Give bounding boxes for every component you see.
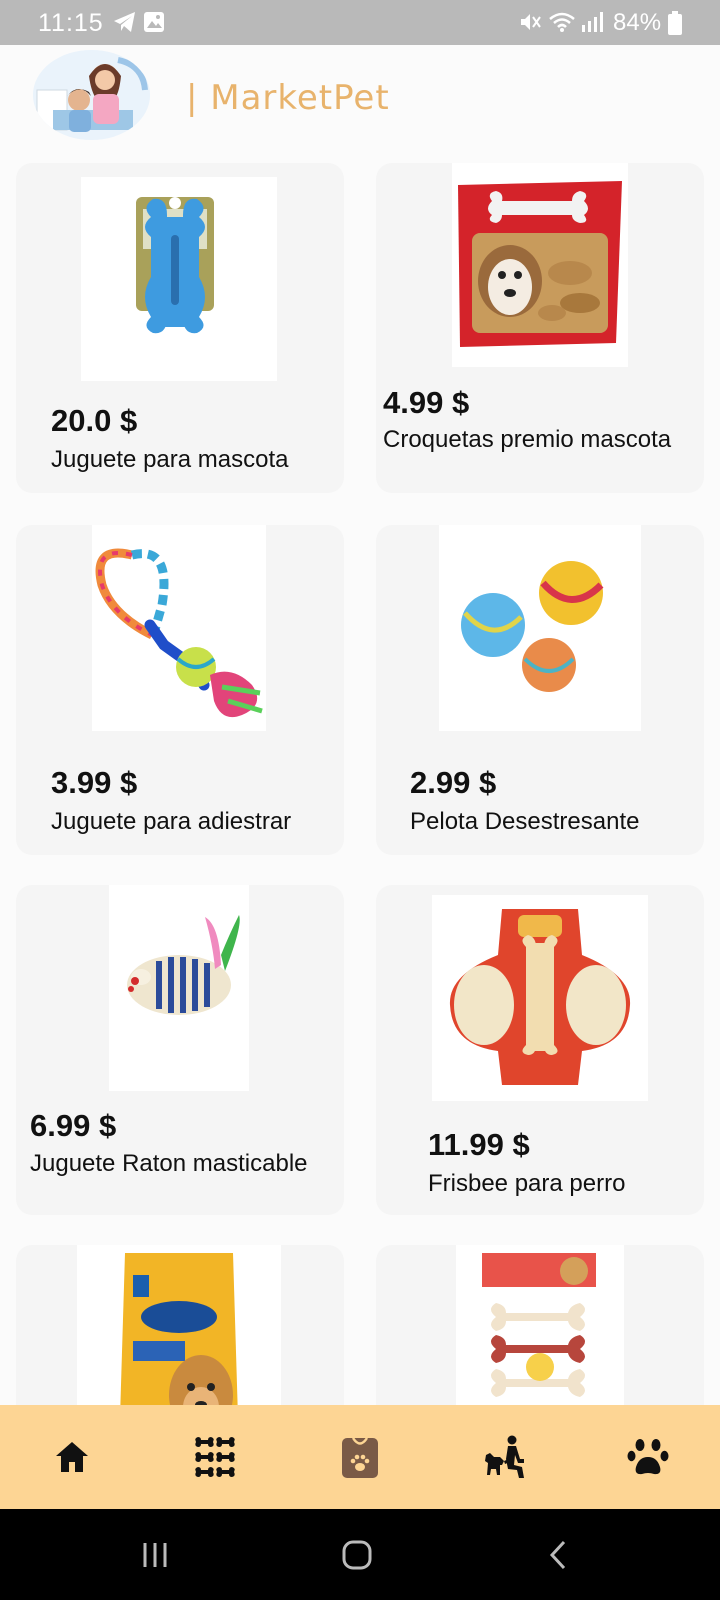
app-logo [33, 50, 150, 140]
status-time: 11:15 [38, 9, 104, 37]
product-name: Pelota Desestresante [410, 808, 640, 835]
back-chevron-icon [549, 1540, 566, 1570]
pet-bag-icon [342, 1437, 378, 1478]
product-price: 3.99 $ [51, 765, 138, 800]
home-icon [56, 1442, 88, 1472]
back-button[interactable] [528, 1531, 588, 1579]
paw-icon [627, 1439, 669, 1475]
product-image-bone-toy [81, 177, 277, 381]
status-bar: 11:15 84% [0, 0, 720, 45]
product-card[interactable]: 20.0 $ Juguete para mascota [16, 163, 344, 493]
product-name: Croquetas premio mascota [383, 426, 672, 453]
product-name: Juguete para adiestrar [51, 808, 292, 835]
signal-icon [580, 11, 604, 38]
product-image-pedigree [77, 1245, 281, 1405]
recent-apps-icon [143, 1543, 167, 1567]
product-image-balls [439, 525, 641, 731]
system-nav-bar [0, 1509, 720, 1600]
brand-title: | MarketPet [186, 78, 390, 118]
telegram-icon [113, 11, 137, 38]
product-image-treat-bag [452, 163, 628, 367]
product-price: 11.99 $ [428, 1127, 530, 1162]
home-circle-icon [342, 1540, 372, 1570]
product-grid: 20.0 $ Juguete para mascota 4.99 $ Croqu… [0, 163, 720, 1405]
battery-percent: 84% [613, 9, 662, 36]
product-card[interactable] [16, 1245, 344, 1405]
nav-catalog[interactable] [155, 1405, 275, 1509]
nav-home[interactable] [12, 1405, 132, 1509]
home-button[interactable] [327, 1531, 387, 1579]
nav-adopt[interactable] [444, 1405, 564, 1509]
battery-icon [668, 11, 682, 40]
recent-apps-button[interactable] [125, 1531, 185, 1579]
app-header: | MarketPet [0, 45, 720, 155]
bones-grid-icon [195, 1437, 235, 1477]
product-image-bone-treats [456, 1245, 624, 1405]
bottom-nav [0, 1405, 720, 1509]
product-price: 2.99 $ [410, 765, 497, 800]
product-image-rope-toy [92, 525, 266, 731]
nav-pets[interactable] [588, 1405, 708, 1509]
product-card[interactable]: 11.99 $ Frisbee para perro [376, 885, 704, 1215]
product-price: 6.99 $ [30, 1108, 117, 1143]
gallery-icon [143, 11, 165, 38]
product-name: Juguete Raton masticable [30, 1150, 308, 1177]
product-price: 4.99 $ [383, 385, 470, 420]
product-name: Frisbee para perro [428, 1170, 626, 1197]
product-card[interactable]: 2.99 $ Pelota Desestresante [376, 525, 704, 855]
product-card[interactable] [376, 1245, 704, 1405]
product-image-mouse-toy [109, 885, 249, 1091]
product-card[interactable]: 3.99 $ Juguete para adiestrar [16, 525, 344, 855]
nav-store[interactable] [300, 1405, 420, 1509]
product-card[interactable]: 4.99 $ Croquetas premio mascota [376, 163, 704, 493]
wifi-icon [548, 11, 576, 38]
product-price: 20.0 $ [51, 403, 138, 438]
product-image-frisbee [432, 895, 648, 1101]
product-name: Juguete para mascota [51, 446, 289, 473]
product-card[interactable]: 6.99 $ Juguete Raton masticable [16, 885, 344, 1215]
person-dog-icon [485, 1435, 524, 1478]
mute-icon [519, 11, 541, 38]
